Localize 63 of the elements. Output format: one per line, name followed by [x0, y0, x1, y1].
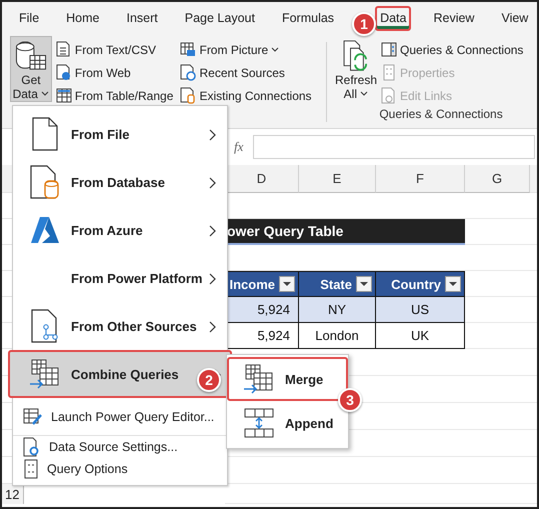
- table-cell: 5,924: [225, 297, 299, 323]
- ribbon-command[interactable]: Queries & Connections: [381, 40, 537, 59]
- table-cell: NY: [299, 297, 376, 323]
- menu-item[interactable]: From File: [13, 110, 227, 158]
- properties-icon: [381, 64, 398, 81]
- azure-icon: [30, 216, 60, 244]
- ribbon-tab[interactable]: Formulas: [276, 6, 340, 30]
- function-label[interactable]: fx: [232, 139, 246, 155]
- menu-item[interactable]: From Power Platform: [13, 254, 227, 302]
- database-icon: [30, 165, 60, 199]
- ribbon-command[interactable]: From Web: [56, 63, 176, 82]
- get-data-button[interactable]: Get Data: [10, 36, 52, 102]
- ribbon-tab[interactable]: Home: [61, 6, 104, 30]
- ribbon-tab[interactable]: Review: [428, 6, 480, 30]
- append-tables-icon: [243, 408, 275, 438]
- panel-icon: [381, 41, 398, 58]
- ribbon-command[interactable]: Recent Sources: [180, 63, 326, 82]
- menu-item[interactable]: From Azure: [13, 206, 227, 254]
- ribbon-tab[interactable]: View: [496, 6, 534, 30]
- refresh-all-button[interactable]: Refresh All: [335, 36, 378, 102]
- menu-item[interactable]: Data Source Settings...: [13, 436, 227, 458]
- file-icon: [32, 117, 58, 151]
- caret-icon: [271, 46, 280, 52]
- ribbon-command[interactable]: From Table/Range: [56, 86, 176, 105]
- table-pencil-icon: [23, 408, 43, 426]
- table-camera-icon: [180, 41, 196, 58]
- ribbon-tab[interactable]: Page Layout: [180, 6, 260, 30]
- merge-tables-icon: [243, 364, 275, 394]
- table-header: Country: [376, 271, 465, 297]
- merge-tables-icon: [29, 359, 61, 389]
- column-header[interactable]: E: [299, 165, 376, 193]
- menu-item[interactable]: Query Options: [13, 458, 227, 480]
- ribbon-tab[interactable]: Data: [375, 6, 412, 30]
- table-header: Income: [225, 271, 299, 297]
- filter-button[interactable]: [356, 276, 372, 292]
- network-document-icon: [31, 309, 59, 343]
- group-label: Queries & Connections: [378, 107, 504, 121]
- table-cell: UK: [376, 323, 465, 349]
- caret-icon: [41, 91, 50, 97]
- formula-field[interactable]: [253, 135, 535, 159]
- column-header[interactable]: D: [225, 165, 299, 193]
- ribbon-command[interactable]: From Picture: [180, 40, 326, 59]
- menu-item[interactable]: From Other Sources: [13, 302, 227, 350]
- ribbon-command[interactable]: From Text/CSV: [56, 40, 176, 59]
- table-cell: 5,924: [225, 323, 299, 349]
- options-icon: [23, 459, 39, 479]
- caret-icon: [360, 91, 368, 97]
- column-header[interactable]: F: [376, 165, 465, 193]
- submenu-item[interactable]: Merge: [227, 357, 348, 401]
- menu-item[interactable]: From Database: [13, 158, 227, 206]
- table-header: State: [299, 271, 376, 297]
- document-icon: [56, 41, 72, 58]
- row-header[interactable]: 12: [2, 484, 24, 504]
- ribbon-tab[interactable]: File: [14, 6, 44, 30]
- table-cell: London: [299, 323, 376, 349]
- table-title: ower Query Table: [225, 219, 465, 245]
- ribbon-tab[interactable]: Insert: [122, 6, 163, 30]
- table-cell: US: [376, 297, 465, 323]
- table-icon: [56, 87, 72, 104]
- filter-button[interactable]: [279, 276, 295, 292]
- ribbon-command[interactable]: Existing Connections: [180, 86, 326, 105]
- filter-button[interactable]: [445, 276, 461, 292]
- column-header[interactable]: G: [465, 165, 530, 193]
